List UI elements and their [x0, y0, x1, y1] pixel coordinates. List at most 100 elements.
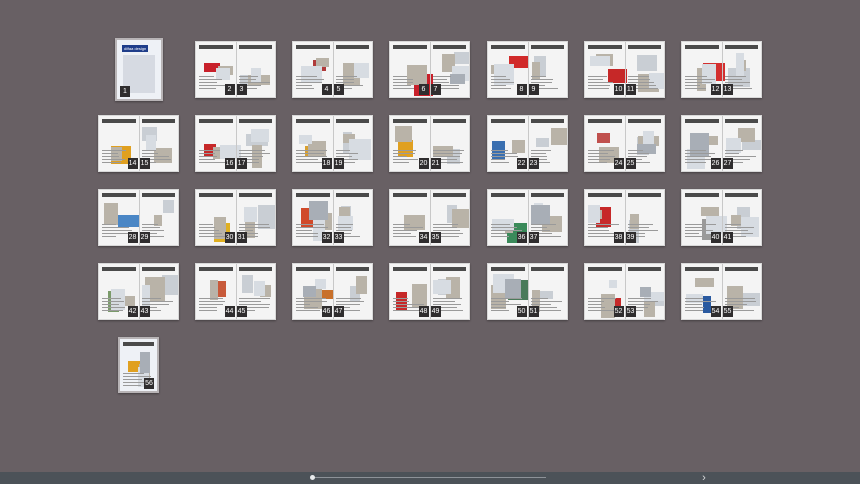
page-thumbnail-26-27[interactable]: 26 27: [681, 115, 762, 172]
text-line: [123, 385, 141, 386]
page-thumbnail-22-23[interactable]: 22 23: [487, 115, 568, 172]
text-line: [627, 76, 649, 77]
page-thumbnail-30-31[interactable]: 30 31: [195, 189, 276, 246]
product-image: [588, 205, 600, 223]
page-thumbnail-6-7[interactable]: 67: [389, 41, 470, 98]
page-number-right: 27: [722, 158, 733, 169]
next-page-button[interactable]: ›: [698, 472, 710, 484]
page-header-bar: [102, 119, 136, 123]
page-thumbnail-48-49[interactable]: 48 49: [389, 263, 470, 320]
page-number-left: 38: [613, 232, 624, 243]
page-thumbnail-34-35[interactable]: 34 35: [389, 189, 470, 246]
text-line: [724, 298, 755, 299]
text-line: [335, 224, 353, 225]
text-line: [393, 79, 413, 80]
text-line: [141, 298, 161, 299]
text-line: [588, 304, 603, 305]
text-line: [296, 236, 318, 237]
page-thumbnail-10-11[interactable]: 10 11: [584, 41, 665, 98]
text-line: [199, 301, 226, 302]
product-image: [395, 126, 413, 142]
page-header-bar: [588, 45, 622, 49]
page-scrubber-track[interactable]: [312, 477, 546, 478]
page-thumbnail-2-3[interactable]: 23: [195, 41, 276, 98]
page-thumbnail-54-55[interactable]: 54 55: [681, 263, 762, 320]
page-thumbnail-14-15[interactable]: 14 15: [98, 115, 179, 172]
page-number-right: 33: [333, 232, 344, 243]
text-line: [296, 230, 313, 231]
page-thumbnail-32-33[interactable]: 32 33: [292, 189, 373, 246]
thumbnail-grid: dilfaa design 1 2 3 4 5 6 7 8 9 10 11 12 13 14 15 16 17 18…: [0, 0, 860, 472]
text-line: [588, 150, 615, 151]
page-thumbnail-44-45[interactable]: 44 45: [195, 263, 276, 320]
text-line: [102, 162, 121, 163]
text-line: [685, 153, 716, 154]
text-line: [627, 156, 647, 157]
text-line: [588, 233, 614, 234]
text-line: [724, 153, 739, 154]
page-thumbnail-18-19[interactable]: 18 19: [292, 115, 373, 172]
page-header-bar: [588, 193, 622, 197]
text-line: [102, 159, 125, 160]
text-line: [530, 82, 552, 83]
text-line: [199, 159, 216, 160]
text-line: [491, 76, 506, 77]
page-header-bar: [432, 45, 466, 49]
page-thumbnail-50-51[interactable]: 50 51: [487, 263, 568, 320]
page-thumbnail-24-25[interactable]: 24 25: [584, 115, 665, 172]
text-line: [588, 301, 604, 302]
page-number-left: 36: [516, 232, 527, 243]
text-line: [296, 156, 327, 157]
page-thumbnail-36-37[interactable]: 36 37: [487, 189, 568, 246]
text-line: [238, 227, 270, 228]
page-number-left: 52: [613, 306, 624, 317]
product-image: [142, 285, 151, 306]
text-line: [432, 304, 462, 305]
page-thumbnail-28-29[interactable]: 28 29: [98, 189, 179, 246]
page-thumbnail-40-41[interactable]: 40 41: [681, 189, 762, 246]
text-line: [123, 376, 152, 377]
product-image: [449, 73, 465, 84]
page-thumbnail-16-17[interactable]: 16 17: [195, 115, 276, 172]
text-line: [393, 298, 409, 299]
product-image: [636, 54, 658, 72]
product-image: [640, 286, 652, 298]
page-thumbnail-42-43[interactable]: 42 43: [98, 263, 179, 320]
product-image: [309, 201, 328, 221]
page-header-bar: [296, 193, 330, 197]
text-line: [491, 236, 509, 237]
text-line: [685, 227, 703, 228]
text-line: [335, 304, 361, 305]
text-line: [102, 298, 121, 299]
page-thumbnail-46-47[interactable]: 46 47: [292, 263, 373, 320]
text-line: [724, 150, 743, 151]
page-thumbnail-20-21[interactable]: 20 21: [389, 115, 470, 172]
page-header-bar: [102, 193, 136, 197]
text-line: [238, 298, 271, 299]
page-thumbnail-4-5[interactable]: 45: [292, 41, 373, 98]
text-line: [685, 88, 706, 89]
text-line: [296, 304, 311, 305]
page-thumbnail-56[interactable]: 56: [118, 337, 159, 393]
text-line: [296, 298, 327, 299]
text-line: [141, 304, 170, 305]
text-line: [296, 85, 313, 86]
page-number-left: 14: [127, 158, 138, 169]
text-line: [102, 227, 130, 228]
page-number-right: 35: [430, 232, 441, 243]
page-thumbnail-12-13[interactable]: 12 13: [681, 41, 762, 98]
page-thumbnail-52-53[interactable]: 52 53: [584, 263, 665, 320]
text-line: [724, 301, 757, 302]
page-number-left: 4: [321, 84, 332, 95]
page-number-right: 39: [625, 232, 636, 243]
page-thumbnail-1[interactable]: dilfaa design 1: [115, 38, 163, 101]
page-scrubber-handle[interactable]: [310, 475, 315, 480]
page-header-bar: [491, 119, 525, 123]
page-number-right: 9: [528, 84, 539, 95]
text-line: [491, 227, 517, 228]
page-thumbnail-8-9[interactable]: 89: [487, 41, 568, 98]
text-line: [102, 233, 128, 234]
text-line: [530, 230, 551, 231]
page-thumbnail-38-39[interactable]: 38 39: [584, 189, 665, 246]
text-line: [335, 227, 351, 228]
